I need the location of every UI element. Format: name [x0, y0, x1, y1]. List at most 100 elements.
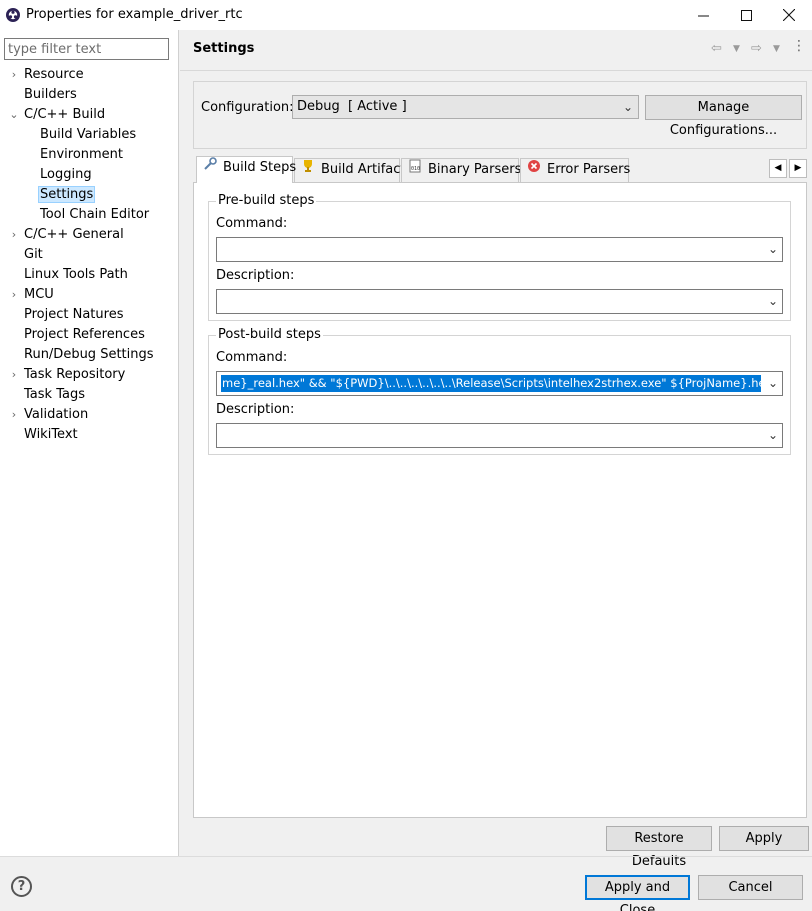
configuration-group: Configuration: Debug [ Active ] ⌄ Manage…	[193, 81, 807, 149]
tree-item-label: Project References	[24, 327, 145, 342]
header-divider	[180, 70, 812, 71]
binary-parser-icon: 010	[407, 159, 423, 181]
help-icon[interactable]: ?	[11, 876, 32, 897]
tree-item-linux-tools-path[interactable]: Linux Tools Path	[24, 265, 128, 285]
maximize-icon[interactable]	[723, 0, 769, 30]
post-build-description-label: Description:	[216, 402, 295, 417]
forward-dropdown-icon[interactable]: ▼	[773, 44, 780, 54]
tree-item-settings[interactable]: Settings	[38, 185, 96, 205]
svg-text:010: 010	[411, 166, 420, 172]
window-title: Properties for example_driver_rtc	[26, 7, 243, 22]
tree-item-label: Settings	[38, 186, 96, 203]
page-title: Settings	[193, 41, 255, 56]
chevron-down-icon[interactable]: ⌄	[8, 105, 20, 125]
cancel-button[interactable]: Cancel	[698, 875, 803, 900]
tree-item-run-debug-settings[interactable]: Run/Debug Settings	[24, 345, 154, 365]
build-steps-icon	[202, 157, 218, 179]
error-icon	[526, 159, 542, 181]
tab-scroll-left-icon[interactable]: ◀	[769, 159, 787, 178]
post-build-description-input[interactable]: ⌄	[216, 423, 783, 448]
forward-arrow-icon[interactable]: ⇨	[751, 41, 762, 56]
tree-item-label: Git	[24, 247, 43, 262]
minimize-icon[interactable]	[680, 0, 726, 30]
pre-build-description-input[interactable]: ⌄	[216, 289, 783, 314]
post-build-command-input[interactable]: me}_real.hex" && "${PWD}\..\..\..\..\..\…	[216, 371, 783, 396]
pre-build-description-value	[217, 294, 221, 308]
tree-item-mcu[interactable]: › MCU	[12, 285, 54, 305]
tab-label: Build Artifact	[321, 162, 406, 177]
chevron-down-icon[interactable]: ⌄	[763, 290, 778, 313]
configuration-label: Configuration:	[201, 100, 294, 115]
tab-label: Error Parsers	[547, 162, 631, 177]
tree-item-label: Tool Chain Editor	[40, 207, 150, 222]
chevron-down-icon[interactable]: ⌄	[623, 96, 633, 118]
post-build-description-value	[217, 428, 221, 442]
pre-build-command-value	[217, 242, 221, 256]
tree-item-label: Linux Tools Path	[24, 267, 128, 282]
tree-item-label: Builders	[24, 87, 77, 102]
chevron-down-icon[interactable]: ⌄	[763, 424, 778, 447]
tab-build-artifact[interactable]: Build Artifact	[294, 158, 406, 182]
manage-configurations-button[interactable]: Manage Configurations...	[645, 95, 802, 138]
apply-button[interactable]: Apply	[719, 826, 809, 851]
tree-item-wikitext[interactable]: WikiText	[24, 425, 78, 445]
page-header: Settings ⇦ ▼ ⇨ ▼ ⋮	[180, 30, 812, 70]
chevron-right-icon[interactable]: ›	[8, 65, 20, 85]
tab-bar: Build Steps Build Artifact 010 Binary Pa…	[193, 156, 812, 183]
back-arrow-icon[interactable]: ⇦	[711, 41, 722, 56]
chevron-down-icon[interactable]: ⌄	[763, 372, 778, 395]
tree-item-validation[interactable]: › Validation	[12, 405, 88, 425]
tree-item-logging[interactable]: Logging	[40, 165, 92, 185]
footer-divider	[0, 856, 812, 857]
tab-error-parsers[interactable]: Error Parsers	[520, 158, 631, 182]
tree-item-label: C/C++ Build	[24, 107, 106, 122]
chevron-right-icon[interactable]: ›	[8, 405, 20, 425]
chevron-down-icon[interactable]: ⌄	[763, 238, 778, 261]
pre-build-command-input[interactable]: ⌄	[216, 237, 783, 262]
tab-scroll-right-icon[interactable]: ▶	[789, 159, 807, 178]
tree-item-git[interactable]: Git	[24, 245, 43, 265]
pre-build-group: Pre-build steps Command: ⌄ Description: …	[208, 193, 791, 321]
more-options-icon[interactable]: ⋮	[792, 38, 806, 54]
tree-item-label: Task Repository	[24, 367, 126, 382]
post-build-command-label: Command:	[216, 350, 288, 365]
pre-build-description-label: Description:	[216, 268, 295, 283]
tree-item-cpp-general[interactable]: › C/C++ General	[12, 225, 124, 245]
tab-binary-parsers[interactable]: 010 Binary Parsers	[401, 158, 522, 182]
post-build-legend: Post-build steps	[216, 327, 323, 342]
tree-item-project-natures[interactable]: Project Natures	[24, 305, 123, 325]
close-icon[interactable]	[766, 0, 812, 30]
tree-item-environment[interactable]: Environment	[40, 145, 123, 165]
tree-item-tool-chain-editor[interactable]: Tool Chain Editor	[40, 205, 149, 225]
left-panel: › Resource Builders ⌄ C/C++ Build Build …	[0, 30, 179, 857]
apply-and-close-button[interactable]: Apply and Close	[585, 875, 690, 911]
tree-item-label: Run/Debug Settings	[24, 347, 154, 362]
tab-label: Build Steps	[223, 160, 297, 175]
chevron-right-icon[interactable]: ›	[8, 225, 20, 245]
trophy-icon	[300, 159, 316, 181]
build-steps-panel: Pre-build steps Command: ⌄ Description: …	[193, 182, 807, 818]
filter-input[interactable]	[4, 38, 169, 60]
tree-item-label: WikiText	[24, 427, 78, 442]
tree-item-cpp-build[interactable]: ⌄ C/C++ Build	[9, 105, 106, 125]
tab-label: Binary Parsers	[428, 162, 522, 177]
tree-item-task-tags[interactable]: Task Tags	[24, 385, 85, 405]
tree-item-project-references[interactable]: Project References	[24, 325, 145, 345]
tree-item-label: MCU	[24, 287, 54, 302]
tree-item-builders[interactable]: Builders	[24, 85, 77, 105]
tree-item-label: Logging	[40, 167, 92, 182]
configuration-select[interactable]: Debug [ Active ] ⌄	[292, 95, 639, 119]
post-build-command-value: me}_real.hex" && "${PWD}\..\..\..\..\..\…	[221, 375, 761, 392]
title-bar: Properties for example_driver_rtc	[0, 0, 812, 30]
back-dropdown-icon[interactable]: ▼	[733, 44, 740, 54]
tab-build-steps[interactable]: Build Steps	[196, 156, 297, 183]
eclipse-icon	[6, 8, 20, 22]
tree-item-task-repository[interactable]: › Task Repository	[12, 365, 126, 385]
chevron-right-icon[interactable]: ›	[8, 285, 20, 305]
tree-item-build-variables[interactable]: Build Variables	[40, 125, 136, 145]
chevron-right-icon[interactable]: ›	[8, 365, 20, 385]
pre-build-legend: Pre-build steps	[216, 193, 317, 208]
tree-item-label: C/C++ General	[24, 227, 124, 242]
restore-defaults-button[interactable]: Restore Defaults	[606, 826, 712, 869]
tree-item-resource[interactable]: › Resource	[12, 65, 84, 85]
